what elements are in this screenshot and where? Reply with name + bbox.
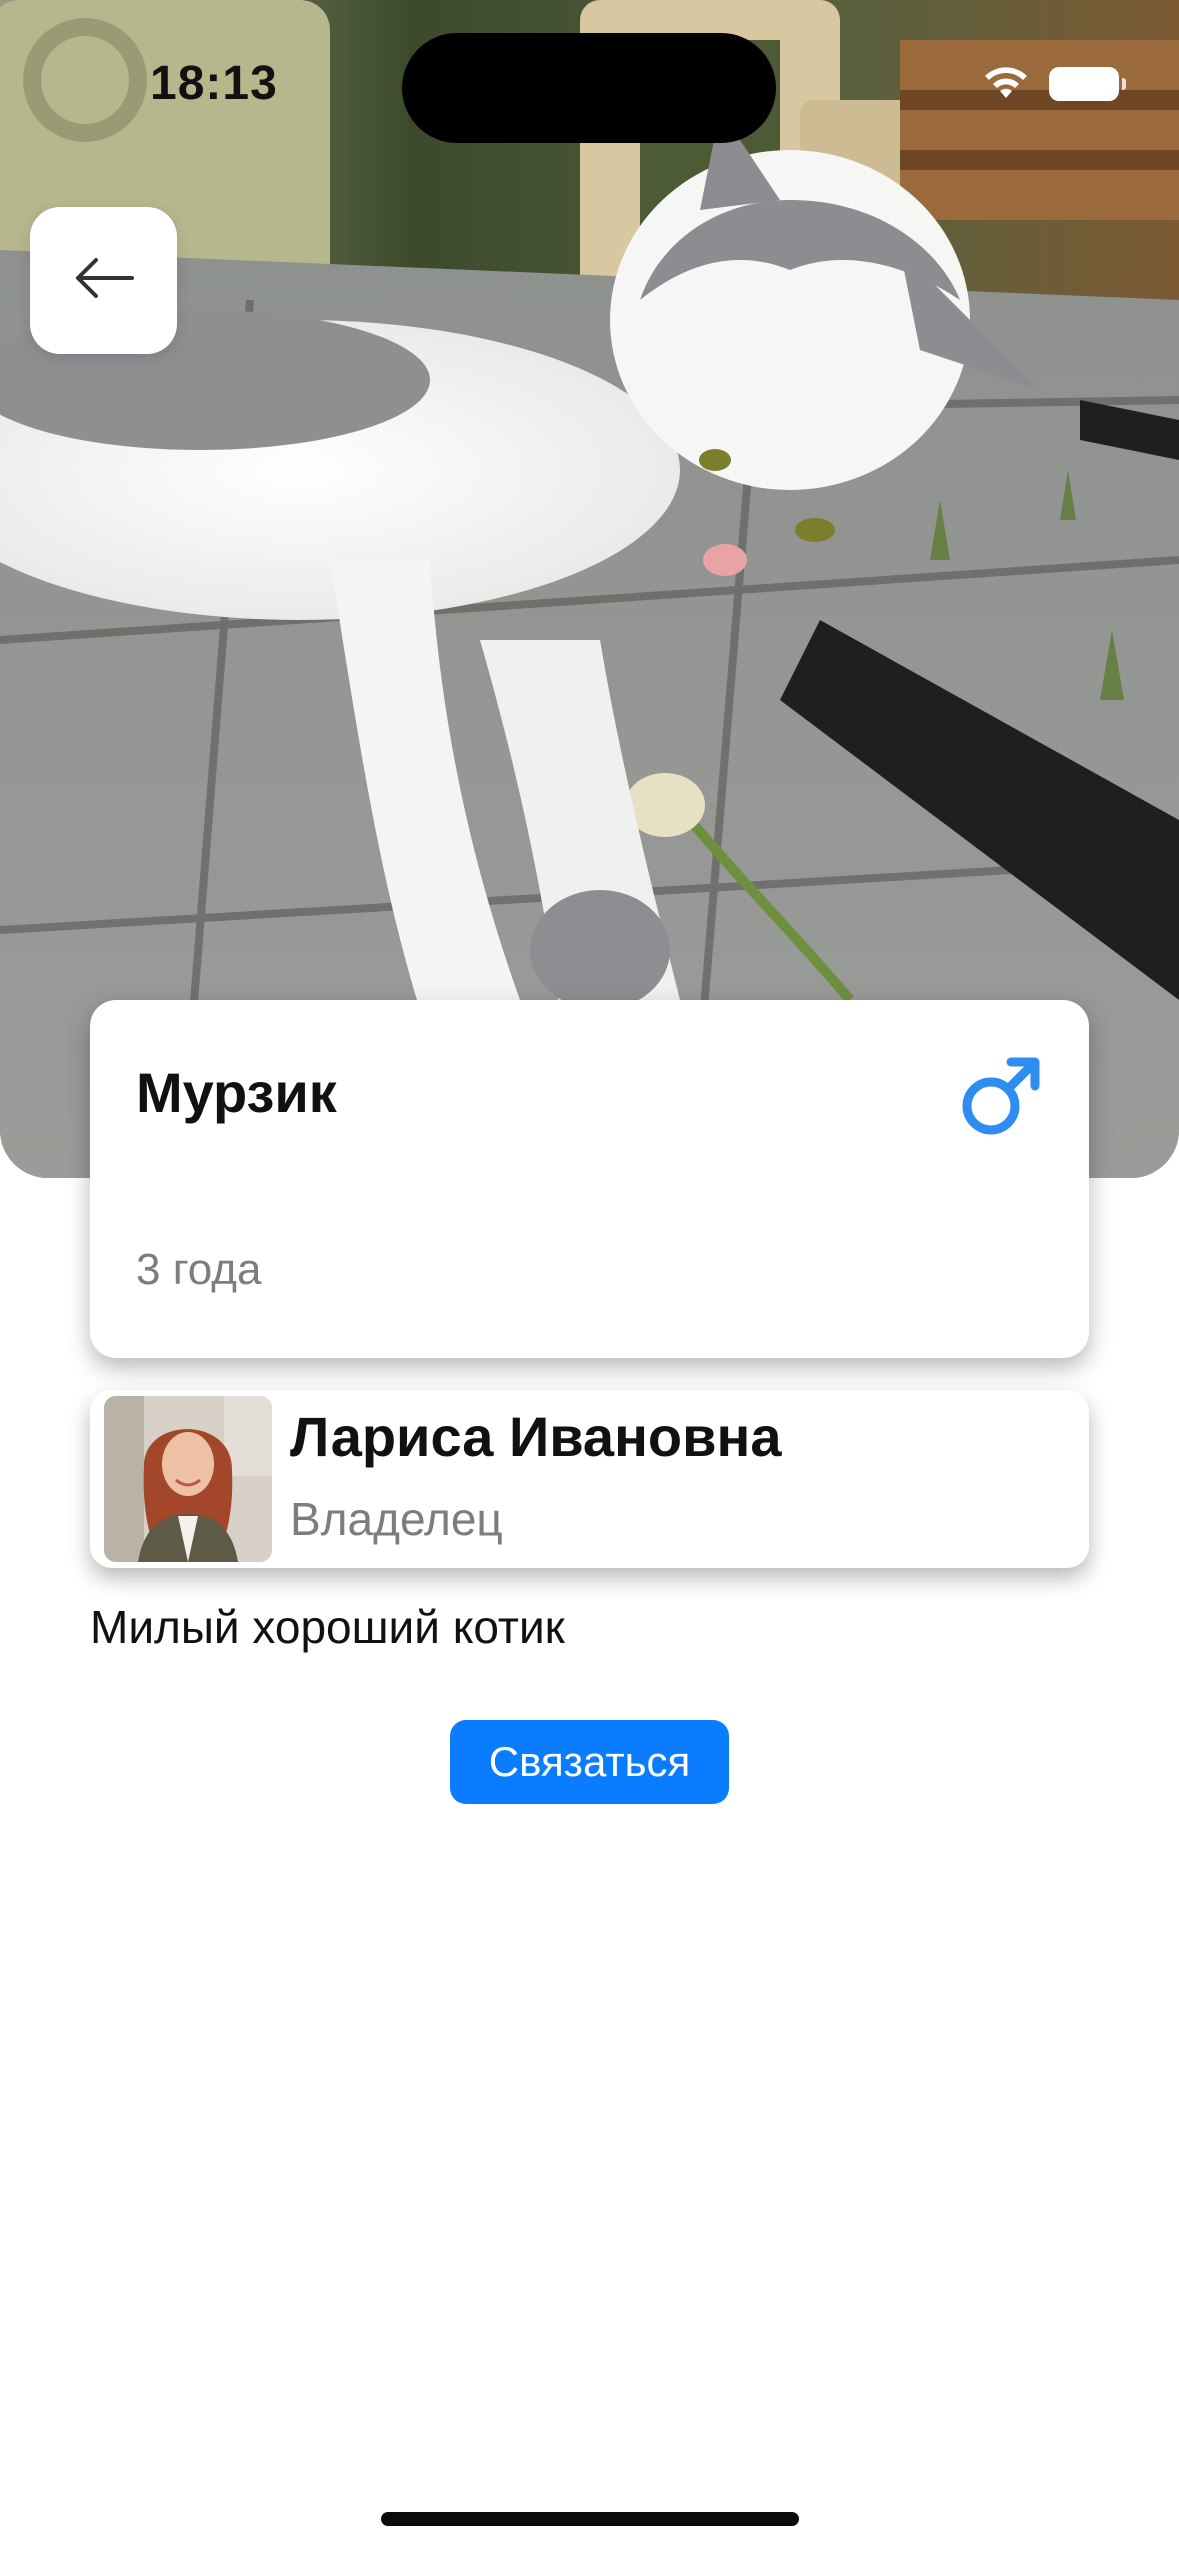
status-icons: [981, 62, 1126, 105]
status-time: 18:13: [150, 57, 278, 110]
owner-role: Владелец: [290, 1493, 503, 1545]
dynamic-island: [402, 33, 776, 143]
owner-name: Лариса Ивановна: [290, 1405, 782, 1468]
pet-description: Милый хороший котик: [90, 1601, 565, 1653]
pet-age: 3 года: [136, 1245, 262, 1294]
back-button[interactable]: [30, 207, 177, 354]
arrow-left-icon: [72, 256, 136, 305]
owner-card[interactable]: Лариса Ивановна Владелец: [90, 1390, 1089, 1568]
pet-name: Мурзик: [136, 1061, 337, 1124]
home-indicator[interactable]: [381, 2512, 799, 2526]
pet-info-card: Мурзик 3 года: [90, 1000, 1089, 1358]
wifi-icon: [981, 62, 1031, 105]
male-symbol-icon: [959, 1054, 1043, 1138]
owner-avatar: [104, 1396, 272, 1562]
battery-icon: [1049, 66, 1126, 101]
pet-detail-screen: 18:13 Мурзик 3 года Лариса Ивановна Влад…: [0, 0, 1179, 2556]
contact-button[interactable]: Связаться: [450, 1720, 729, 1804]
